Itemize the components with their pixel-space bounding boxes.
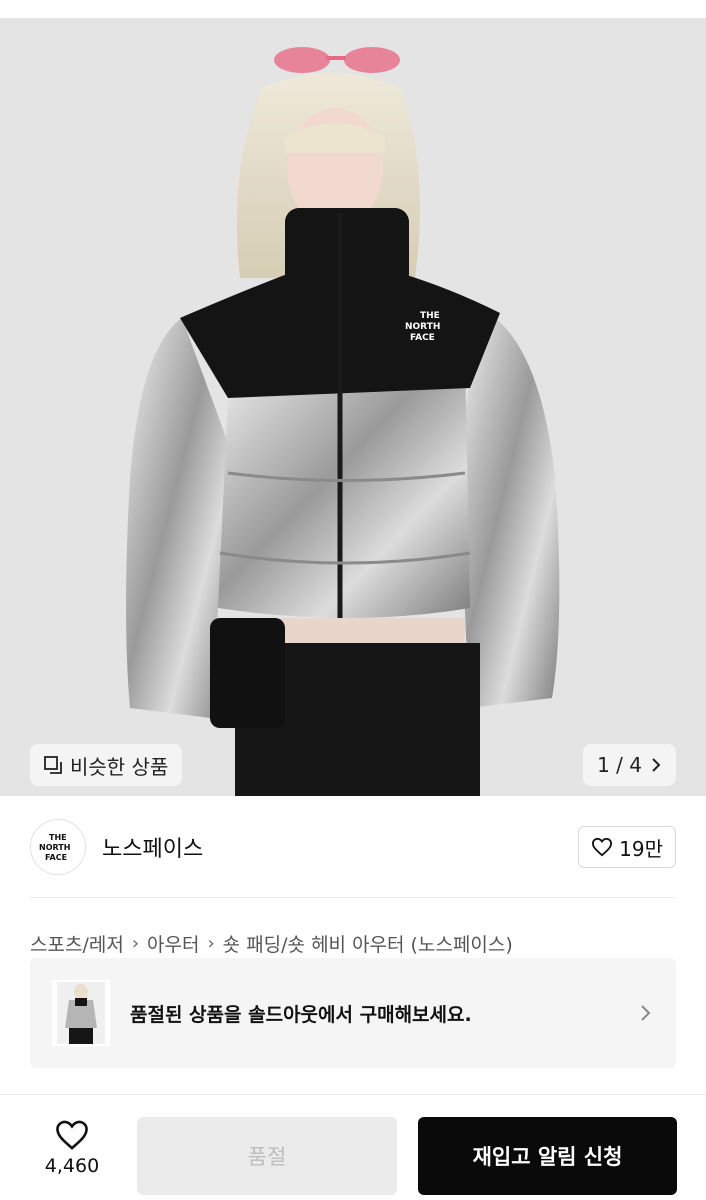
brand-name[interactable]: 노스페이스: [102, 831, 203, 863]
chevron-right-icon: [641, 1005, 651, 1021]
breadcrumb: 스포츠/레저 › 아우터 › 숏 패딩/숏 헤비 아우터 (노스페이스): [30, 928, 513, 958]
bottom-action-bar: 4,460 품절 재입고 알림 신청: [0, 1094, 706, 1200]
heart-icon: [592, 837, 613, 857]
jacket-logo: THE: [420, 311, 440, 321]
restock-alert-button[interactable]: 재입고 알림 신청: [418, 1117, 677, 1195]
brand-like-count: 19만: [619, 836, 663, 861]
wishlist-button[interactable]: 4,460: [30, 1119, 114, 1177]
banner-product-thumbnail: [52, 980, 110, 1046]
soldout-marketplace-banner[interactable]: 품절된 상품을 솔드아웃에서 구매해보세요.: [30, 958, 676, 1068]
pager-text: 1 / 4: [597, 753, 642, 777]
breadcrumb-item-subcategory[interactable]: 숏 패딩/숏 헤비 아우터 (노스페이스): [223, 930, 513, 957]
product-photo: THE NORTH FACE: [0, 18, 706, 796]
svg-text:FACE: FACE: [45, 853, 67, 862]
chevron-right-icon: ›: [131, 932, 140, 954]
section-divider: [30, 897, 676, 898]
svg-text:NORTH: NORTH: [39, 843, 70, 852]
chevron-right-icon: [652, 758, 661, 772]
soldout-button[interactable]: 품절: [137, 1117, 397, 1195]
svg-text:NORTH: NORTH: [405, 322, 440, 332]
breadcrumb-item-outer[interactable]: 아우터: [147, 930, 199, 957]
wishlist-count: 4,460: [44, 1155, 100, 1177]
heart-icon: [56, 1120, 88, 1150]
chevron-right-icon: ›: [207, 932, 215, 954]
brand-like-button[interactable]: 19만: [578, 826, 676, 868]
svg-text:FACE: FACE: [410, 333, 435, 343]
breadcrumb-item-category[interactable]: 스포츠/레저: [30, 930, 124, 957]
svg-text:THE: THE: [49, 833, 67, 842]
similar-icon: [44, 756, 62, 774]
banner-text: 품절된 상품을 솔드아웃에서 구매해보세요.: [130, 1003, 472, 1026]
similar-products-button[interactable]: 비슷한 상품: [30, 744, 183, 786]
brand-logo[interactable]: THE NORTH FACE: [30, 819, 86, 875]
product-image-gallery[interactable]: THE NORTH FACE 비슷한 상품 1 / 4: [0, 18, 706, 796]
similar-products-label: 비슷한 상품: [70, 754, 169, 779]
brand-logo-mark: THE NORTH FACE: [39, 833, 70, 862]
image-pager[interactable]: 1 / 4: [583, 744, 676, 786]
brand-row[interactable]: THE NORTH FACE 노스페이스 19만: [30, 818, 676, 876]
